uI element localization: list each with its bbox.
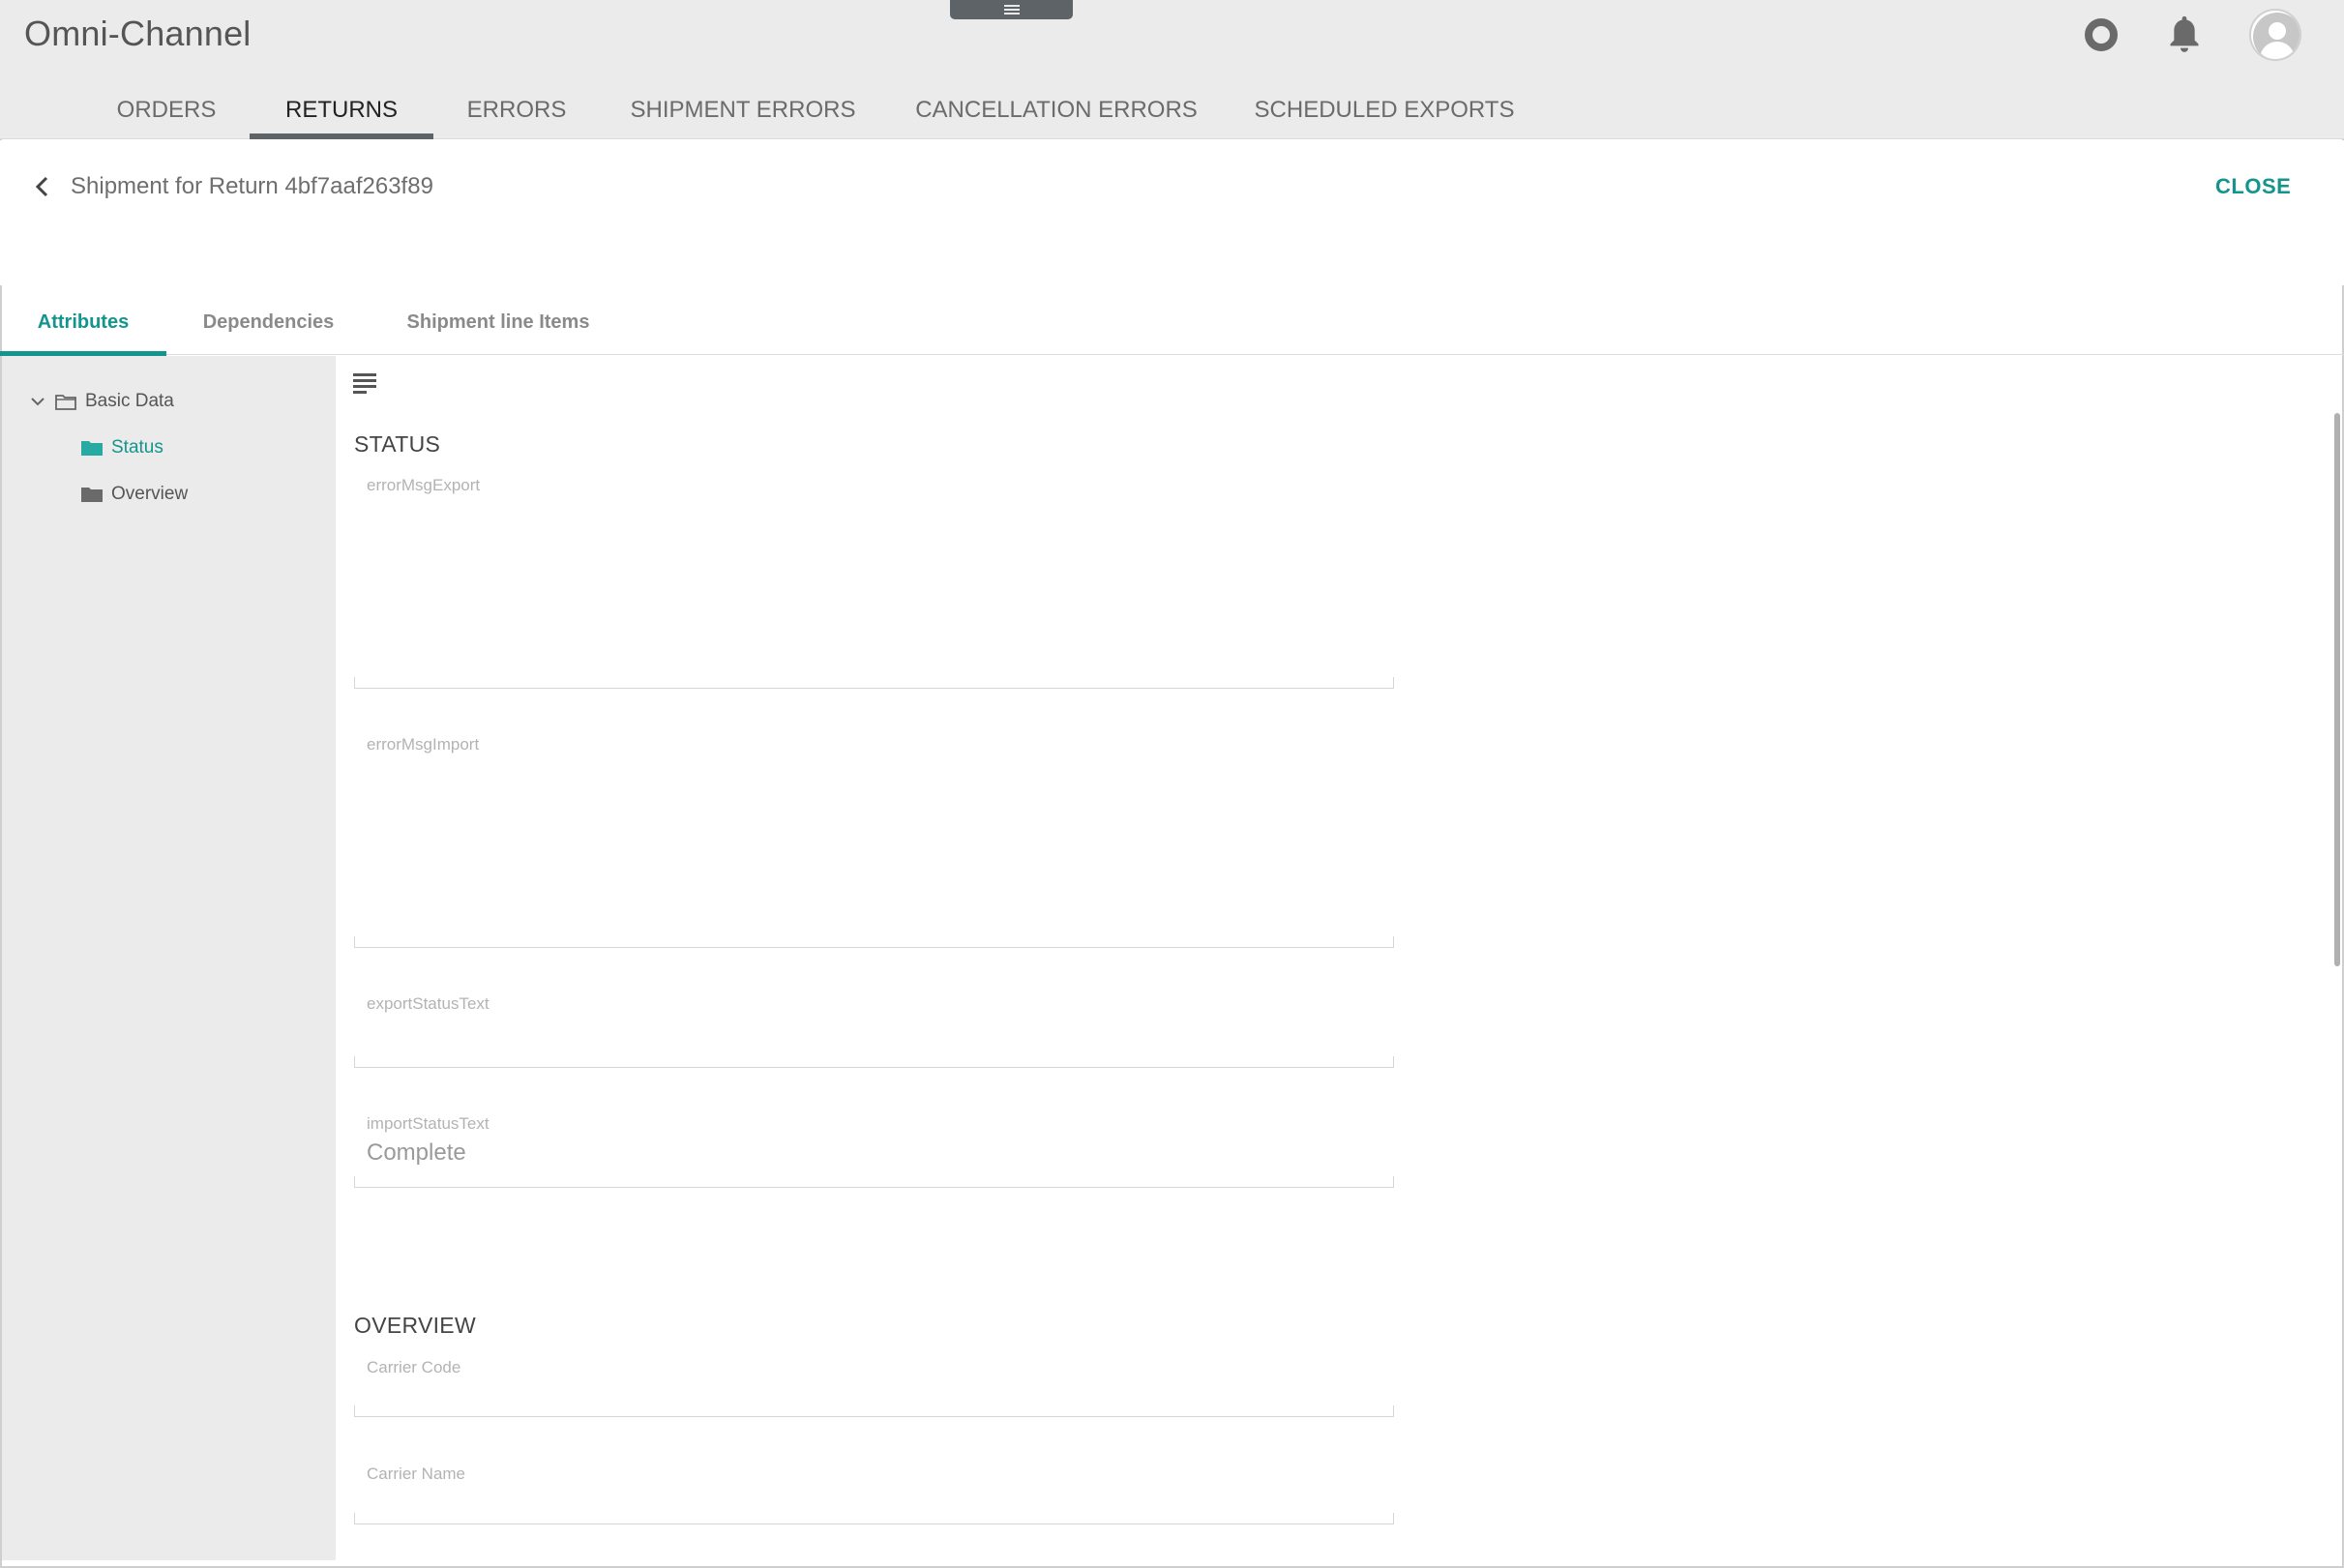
folder-open-outline-icon [55,395,76,410]
tab-scheduled-exports[interactable]: SCHEDULED EXPORTS [1248,81,1521,139]
tree-node-basic-data[interactable]: Basic Data [54,388,174,415]
menu-handle-button[interactable] [950,0,1073,19]
bell-icon[interactable] [2165,14,2204,56]
back-chevron-icon[interactable] [31,172,54,201]
tab-shipment-line-items[interactable]: Shipment line Items [392,290,605,355]
tree-node-label: Status [111,437,163,458]
field-label: errorMsgImport [367,735,480,754]
tree-node-overview[interactable]: Overview [80,481,188,508]
field-label: importStatusText [367,1114,490,1133]
user-icon [2253,13,2299,59]
chevron-down-icon[interactable] [29,394,46,409]
field-error-msg-export[interactable]: errorMsgExport [354,474,1394,689]
section-title-overview: OVERVIEW [354,1313,476,1338]
detail-header [0,140,2344,285]
field-label: errorMsgExport [367,476,481,494]
field-error-msg-import[interactable]: errorMsgImport [354,733,1394,948]
text-lines-icon[interactable] [353,373,376,395]
tab-orders[interactable]: ORDERS [101,81,232,139]
field-export-status-text[interactable]: exportStatusText [354,992,1394,1068]
field-value: Complete [367,1139,466,1166]
folder-icon [81,488,103,502]
app-header: Omni-Channel ORDERS RETURNS ERRORS SHIPM… [0,0,2344,139]
tree-node-status[interactable]: Status [80,434,163,461]
detail-tabs: Attributes Dependencies Shipment line It… [0,290,2344,356]
app-title: Omni-Channel [24,14,252,53]
field-underline [354,1513,1394,1524]
field-underline [354,1176,1394,1188]
tab-shipment-errors[interactable]: SHIPMENT ERRORS [621,81,865,139]
field-carrier-code[interactable]: Carrier Code [354,1356,1394,1417]
field-label: Carrier Code [367,1358,461,1376]
field-underline [354,936,1394,948]
folder-icon [81,441,103,456]
field-underline [354,1056,1394,1068]
tab-cancellation-errors[interactable]: CANCELLATION ERRORS [909,81,1203,139]
menu-icon [1003,5,1020,15]
field-label: Carrier Name [367,1464,466,1483]
tree-node-label: Overview [111,484,189,504]
page-title: Shipment for Return 4bf7aaf263f89 [71,173,433,199]
field-underline [354,677,1394,689]
content-scrollbar[interactable] [2334,413,2340,966]
field-import-status-text[interactable]: importStatusText Complete [354,1112,1394,1188]
avatar[interactable] [2249,9,2301,61]
tab-returns[interactable]: RETURNS [250,81,433,139]
tab-dependencies[interactable]: Dependencies [184,290,353,355]
field-label: exportStatusText [367,994,490,1013]
field-carrier-name[interactable]: Carrier Name [354,1463,1394,1524]
tab-errors[interactable]: ERRORS [451,81,582,139]
field-underline [354,1405,1394,1417]
tab-attributes[interactable]: Attributes [0,290,166,356]
attribute-tree [2,356,336,1560]
close-button[interactable]: CLOSE [2215,174,2291,199]
section-title-status: STATUS [354,431,441,457]
status-ring-icon[interactable] [2085,18,2118,51]
tree-node-label: Basic Data [85,391,174,411]
